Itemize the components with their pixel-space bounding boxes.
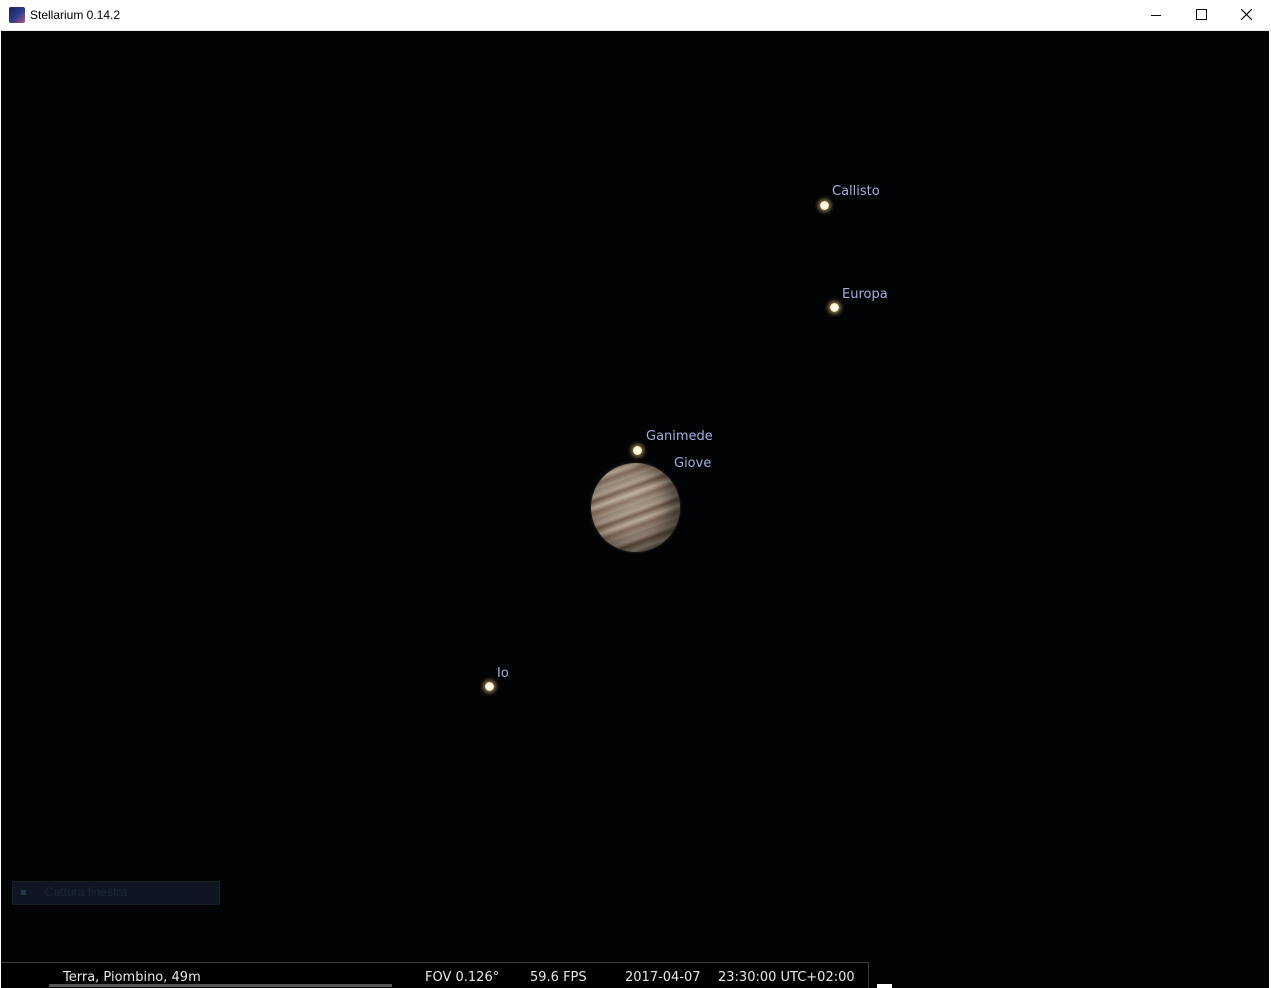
stellarium-window: Stellarium 0.14.2 Callisto Europa Ganime… [0,0,1271,988]
fov-readout: FOV 0.126° [425,970,500,985]
sky-view[interactable]: Callisto Europa Ganimede Giove Io Cattur… [1,31,1269,988]
maximize-icon [1196,9,1207,20]
maximize-button[interactable] [1179,0,1224,30]
time-readout[interactable]: 23:30:00 UTC+02:00 [718,970,855,985]
fps-readout: 59.6 FPS [530,970,587,985]
ganimede-label: Ganimede [646,429,713,444]
giove-label: Giove [674,456,712,471]
corner-marker [877,984,892,988]
capture-window-label: Cattura finestra [45,885,128,899]
io-label: Io [497,666,509,681]
date-readout[interactable]: 2017-04-07 [625,970,701,985]
europa-label: Europa [842,287,888,302]
callisto-moon[interactable] [820,201,829,210]
stellarium-app-icon [9,7,25,23]
ganimede-moon[interactable] [633,446,642,455]
bottom-scroll-strip [49,984,392,987]
minimize-icon [1151,15,1161,16]
jupiter-planet[interactable] [591,463,680,552]
close-icon [1241,9,1252,20]
minimize-button[interactable] [1134,0,1179,30]
capture-window-button[interactable]: Cattura finestra [12,881,220,905]
europa-moon[interactable] [830,303,839,312]
close-button[interactable] [1224,0,1269,30]
window-title: Stellarium 0.14.2 [30,8,121,22]
location-readout[interactable]: Terra, Piombino, 49m [63,970,201,985]
camera-icon [21,890,26,895]
title-bar[interactable]: Stellarium 0.14.2 [0,0,1271,31]
callisto-label: Callisto [832,184,880,199]
io-moon[interactable] [485,682,494,691]
